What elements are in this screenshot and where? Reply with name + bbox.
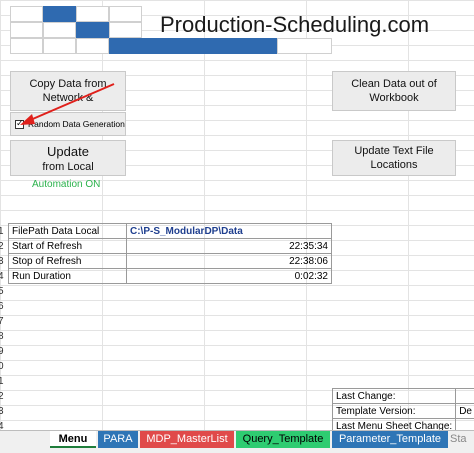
row-number[interactable]: 2	[0, 241, 4, 252]
logo-tile	[43, 6, 76, 22]
logo-tile	[43, 22, 76, 38]
cell-value[interactable]: 22:35:34	[126, 238, 332, 254]
logo-tile	[109, 22, 142, 38]
checkbox-checked-icon[interactable]	[15, 118, 24, 129]
info-table: Last Change: Template Version: De Last M…	[331, 388, 474, 434]
logo-tile	[109, 6, 142, 22]
row-number[interactable]: 9	[0, 346, 4, 357]
info-value[interactable]	[455, 388, 474, 404]
table-row: Template Version: De	[331, 403, 474, 419]
row-number[interactable]: 0	[0, 361, 4, 372]
logo-tile	[76, 6, 109, 22]
copy-data-button[interactable]: Copy Data from Network &	[10, 71, 126, 111]
tab-partial[interactable]: Sta	[450, 431, 474, 448]
random-data-label: Random Data Generation	[28, 119, 125, 129]
info-label[interactable]: Last Change:	[331, 388, 457, 404]
cell-value[interactable]: 22:38:06	[126, 253, 332, 269]
tab-query-template[interactable]: Query_Template	[236, 431, 330, 448]
table-row: Last Change:	[331, 388, 474, 404]
row-number[interactable]: 2	[0, 391, 4, 402]
tab-parameter-template[interactable]: Parameter_Template	[332, 431, 448, 448]
info-value[interactable]: De	[455, 403, 474, 419]
clean-data-button[interactable]: Clean Data out of Workbook	[332, 71, 456, 111]
logo-tile	[10, 38, 43, 54]
cell-label[interactable]: Start of Refresh	[8, 238, 127, 254]
copy-data-label: Copy Data from Network &	[29, 78, 107, 104]
row-number[interactable]: 4	[0, 271, 4, 282]
cell-value[interactable]: 0:02:32	[126, 268, 332, 284]
logo-tile	[10, 6, 43, 22]
tab-para[interactable]: PARA	[98, 431, 138, 448]
row-number[interactable]: 3	[0, 256, 4, 267]
update-text-file-label: Update Text File Locations	[354, 145, 434, 171]
logo: Production-Scheduling.com	[10, 6, 429, 54]
table-row: FilePath Data Local C:\P-S_ModularDP\Dat…	[8, 223, 332, 239]
table-row: Stop of Refresh 22:38:06	[8, 253, 332, 269]
update-text-file-button[interactable]: Update Text File Locations	[332, 140, 456, 176]
sheet-tab-bar: Menu PARA MDP_MasterList Query_Template …	[0, 430, 474, 453]
cell-label[interactable]: Stop of Refresh	[8, 253, 127, 269]
clean-data-label: Clean Data out of Workbook	[351, 78, 437, 104]
logo-tile	[277, 38, 332, 54]
refresh-table: FilePath Data Local C:\P-S_ModularDP\Dat…	[8, 223, 332, 284]
row-number[interactable]: 1	[0, 226, 4, 237]
logo-tile	[76, 22, 109, 38]
update-sublabel: from Local	[42, 160, 94, 173]
row-number[interactable]: 7	[0, 316, 4, 327]
logo-title: Production-Scheduling.com	[160, 12, 430, 37]
random-data-checkbox[interactable]: Random Data Generation	[10, 112, 126, 136]
cell-label[interactable]: Run Duration	[8, 268, 127, 284]
cell-label[interactable]: FilePath Data Local	[8, 223, 127, 239]
row-number[interactable]: 3	[0, 406, 4, 417]
row-number[interactable]: 8	[0, 331, 4, 342]
logo-tile	[43, 38, 76, 54]
row-number[interactable]: 6	[0, 301, 4, 312]
table-row: Start of Refresh 22:35:34	[8, 238, 332, 254]
tab-menu[interactable]: Menu	[50, 431, 96, 448]
logo-tile	[232, 38, 277, 54]
logo-tile	[187, 38, 232, 54]
row-number[interactable]: 5	[0, 286, 4, 297]
tab-mdp-masterlist[interactable]: MDP_MasterList	[140, 431, 234, 448]
row-number[interactable]: 1	[0, 376, 4, 387]
logo-tile	[76, 38, 109, 54]
update-label: Update	[47, 143, 89, 159]
info-label[interactable]: Template Version:	[331, 403, 457, 419]
logo-tile	[109, 38, 142, 54]
table-row: Run Duration 0:02:32	[8, 268, 332, 284]
automation-status: Automation ON	[32, 179, 101, 190]
logo-tile	[10, 22, 43, 38]
logo-tile	[142, 38, 187, 54]
update-button[interactable]: Update from Local	[10, 140, 126, 176]
spreadsheet-grid[interactable]	[0, 0, 474, 430]
row-headers: 1 2 3 4 5 6 7 8 9 0 1 2 3 4	[0, 0, 8, 432]
cell-value[interactable]: C:\P-S_ModularDP\Data	[126, 223, 332, 239]
